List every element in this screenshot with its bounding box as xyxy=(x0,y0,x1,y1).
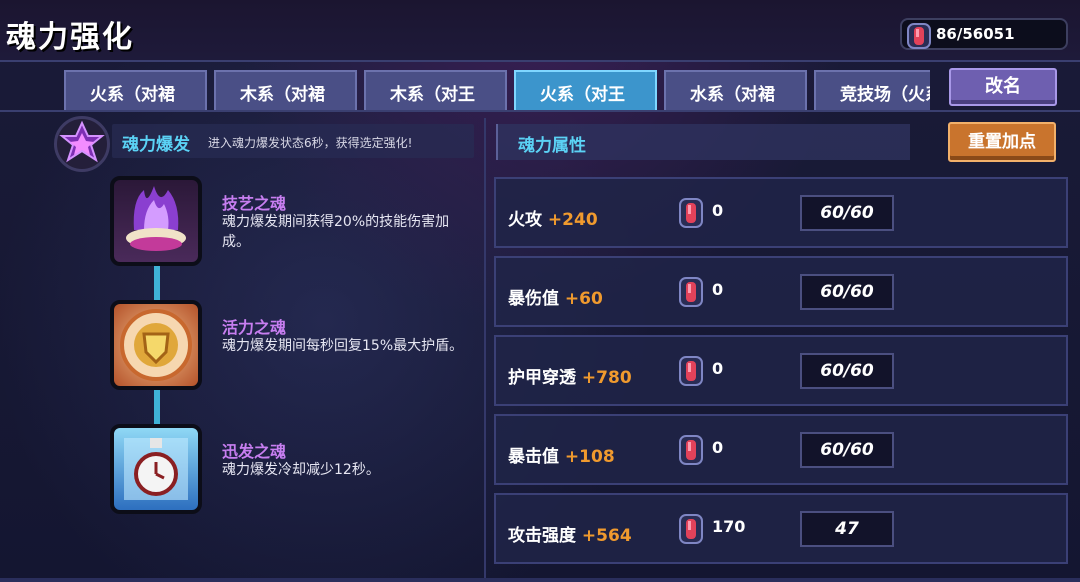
preset-tabs: 火系（对裙 木系（对裙 木系（对王 火系（对王 水系（对裙 竞技场（火系 xyxy=(64,70,930,110)
stat-value-box[interactable]: 60/60 xyxy=(800,432,894,468)
soul-desc-2: 魂力爆发期间每秒回复15%最大护盾。 xyxy=(222,338,464,354)
stat-bonus: +108 xyxy=(564,447,615,467)
stat-value-box[interactable]: 60/60 xyxy=(800,274,894,310)
soul-desc-3: 魂力爆发冷却减少12秒。 xyxy=(222,462,380,478)
tab-preset-5[interactable]: 水系（对裙 xyxy=(664,70,807,110)
soul-option-2[interactable] xyxy=(110,300,202,390)
stat-row: 暴击值 +108 0 60/60 xyxy=(494,414,1068,485)
purple-flame-shell-icon xyxy=(114,186,198,262)
stat-count: 0 xyxy=(712,359,724,378)
stat-label: 暴击值 +108 xyxy=(508,447,615,467)
top-bar: 魂力强化 86/56051 xyxy=(0,0,1080,62)
stat-count: 0 xyxy=(712,201,724,220)
tab-preset-1[interactable]: 火系（对裙 xyxy=(64,70,207,110)
stat-count: 0 xyxy=(712,438,724,457)
stat-bonus: +564 xyxy=(581,526,632,546)
soul-desc-1: 魂力爆发期间获得20%的技能伤害加成。 xyxy=(222,214,450,250)
stat-bonus: +240 xyxy=(547,210,598,230)
soul-name-1: 技艺之魂 xyxy=(222,194,287,213)
tab-preset-4[interactable]: 火系（对王 xyxy=(514,70,657,110)
stat-value-box[interactable]: 60/60 xyxy=(800,195,894,231)
soul-currency: 86/56051 xyxy=(900,18,1068,50)
currency-value: 86/56051 xyxy=(936,25,1015,43)
soul-name-3: 迅发之魂 xyxy=(222,442,287,461)
soul-crystal-icon xyxy=(676,434,706,470)
stat-row: 暴伤值 +60 0 60/60 xyxy=(494,256,1068,327)
tab-preset-3[interactable]: 木系（对王 xyxy=(364,70,507,110)
reset-points-button[interactable]: 重置加点 xyxy=(948,122,1056,162)
divider xyxy=(0,110,1080,112)
stat-row: 火攻 +240 0 60/60 xyxy=(494,177,1068,248)
stat-count: 0 xyxy=(712,280,724,299)
stat-value-box[interactable]: 60/60 xyxy=(800,353,894,389)
bottom-border xyxy=(0,578,1080,582)
soul-burst-icon xyxy=(54,116,110,172)
tab-preset-2[interactable]: 木系（对裙 xyxy=(214,70,357,110)
stat-label: 护甲穿透 +780 xyxy=(508,368,632,388)
column-divider xyxy=(484,118,486,582)
soul-crystal-icon xyxy=(904,21,934,55)
attributes-header: 魂力属性 xyxy=(496,124,910,160)
soul-option-3[interactable] xyxy=(110,424,202,514)
golden-shield-icon xyxy=(114,309,198,386)
attributes-title: 魂力属性 xyxy=(518,136,586,156)
stat-label: 火攻 +240 xyxy=(508,210,598,230)
soul-option-1[interactable] xyxy=(110,176,202,266)
soul-crystal-icon xyxy=(676,355,706,391)
soul-crystal-icon xyxy=(676,197,706,233)
stat-bonus: +780 xyxy=(581,368,632,388)
stat-label: 攻击强度 +564 xyxy=(508,526,632,546)
soul-burst-desc: 进入魂力爆发状态6秒，获得选定强化! xyxy=(208,136,413,150)
soul-crystal-icon xyxy=(676,513,706,549)
soul-name-2: 活力之魂 xyxy=(222,318,287,337)
soul-burst-title: 魂力爆发 xyxy=(122,135,190,155)
tab-preset-6[interactable]: 竞技场（火系 xyxy=(814,70,930,110)
stat-count: 170 xyxy=(712,517,746,536)
stat-row: 攻击强度 +564 170 47 xyxy=(494,493,1068,564)
stat-value-box[interactable]: 47 xyxy=(800,511,894,547)
blue-clock-icon xyxy=(114,438,198,510)
rename-button[interactable]: 改名 xyxy=(949,68,1057,106)
stat-row: 护甲穿透 +780 0 60/60 xyxy=(494,335,1068,406)
soul-crystal-icon xyxy=(676,276,706,312)
page-title: 魂力强化 xyxy=(6,20,134,55)
stat-bonus: +60 xyxy=(564,289,603,309)
stat-label: 暴伤值 +60 xyxy=(508,289,603,309)
